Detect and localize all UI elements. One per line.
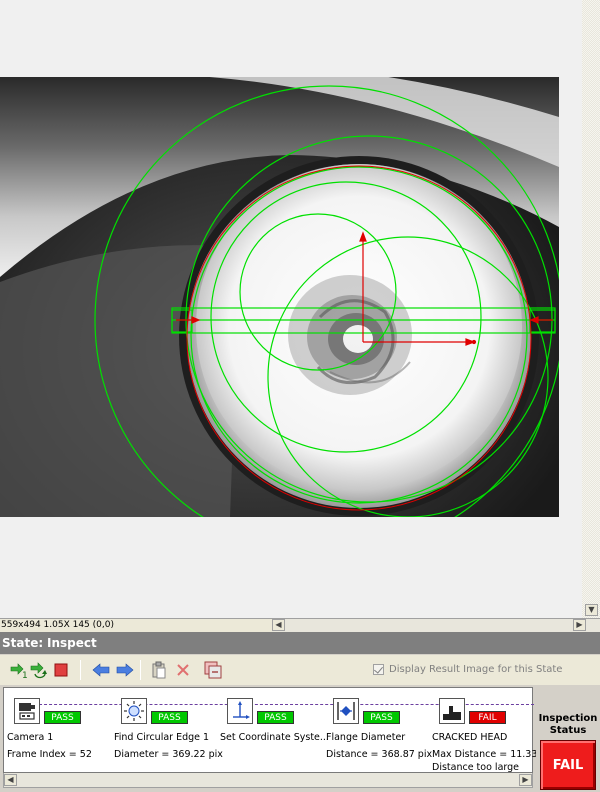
display-result-checkbox[interactable]: Display Result Image for this State bbox=[373, 664, 562, 675]
inspection-status-title: Inspection Status bbox=[538, 713, 598, 736]
image-viewer[interactable] bbox=[0, 0, 582, 618]
step-camera[interactable]: PASS Camera 1 Frame Index = 52 bbox=[4, 688, 114, 772]
scroll-down-button[interactable]: ▼ bbox=[585, 604, 598, 616]
step-find-circular-edge[interactable]: PASS Find Circular Edge 1 Diameter = 369… bbox=[111, 688, 223, 772]
stop-icon bbox=[54, 663, 68, 677]
step-status-badge: PASS bbox=[363, 711, 400, 724]
step-result: Max Distance = 11.33 Distance too large bbox=[432, 748, 537, 774]
step-result: Distance = 368.87 pix bbox=[326, 749, 433, 760]
steps-scroll-right-button[interactable]: ▶ bbox=[519, 774, 532, 786]
camera-icon bbox=[14, 698, 40, 724]
image-info-text: 559x494 1.05X 145 (0,0) bbox=[1, 620, 114, 630]
delete-step-icon bbox=[177, 664, 189, 676]
step-cracked-head[interactable]: FAIL CRACKED HEAD Max Distance = 11.33 D… bbox=[429, 688, 539, 774]
paste-step-icon bbox=[152, 661, 166, 679]
step-name: Camera 1 bbox=[7, 732, 54, 743]
run-once-button[interactable]: 1 bbox=[8, 659, 30, 681]
copy-state-button[interactable] bbox=[202, 659, 224, 681]
caliper-icon bbox=[333, 698, 359, 724]
run-continuous-icon bbox=[30, 662, 47, 679]
stop-button[interactable] bbox=[50, 659, 72, 681]
steps-horizontal-scrollbar[interactable]: ◀ ▶ bbox=[3, 773, 533, 788]
scroll-left-button[interactable]: ◀ bbox=[272, 619, 285, 631]
threshold-icon bbox=[439, 698, 465, 724]
step-name: Flange Diameter bbox=[326, 732, 406, 743]
step-set-coordinate-system[interactable]: PASS Set Coordinate Syste... bbox=[217, 688, 329, 772]
state-name: Inspect bbox=[47, 636, 97, 650]
svg-text:1: 1 bbox=[22, 671, 28, 679]
inspection-status-indicator: FAIL bbox=[540, 740, 596, 790]
state-label: State: bbox=[2, 636, 44, 650]
state-header: State: Inspect bbox=[0, 632, 600, 654]
step-status-badge: FAIL bbox=[469, 711, 506, 724]
step-flange-diameter[interactable]: PASS Flange Diameter Distance = 368.87 p… bbox=[323, 688, 433, 772]
step-back-button[interactable] bbox=[90, 659, 112, 681]
step-result: Diameter = 369.22 pix bbox=[114, 749, 223, 760]
step-name: CRACKED HEAD bbox=[432, 732, 508, 743]
toolbar: 1 Display Result Image for this State bbox=[0, 655, 600, 685]
step-status-badge: PASS bbox=[151, 711, 188, 724]
viewer-vertical-scrollbar[interactable]: ▼ bbox=[582, 0, 600, 618]
step-result: Frame Index = 52 bbox=[7, 749, 92, 760]
step-status-badge: PASS bbox=[257, 711, 294, 724]
step-name: Set Coordinate Syste... bbox=[220, 732, 329, 743]
step-forward-icon bbox=[116, 663, 134, 677]
center-swirl bbox=[288, 275, 412, 395]
viewer-horizontal-scrollbar[interactable]: ◀ ▶ bbox=[272, 619, 600, 632]
scroll-right-button[interactable]: ▶ bbox=[573, 619, 586, 631]
run-continuous-button[interactable] bbox=[28, 659, 50, 681]
image-status-bar: 559x494 1.05X 145 (0,0) ◀ ▶ bbox=[0, 618, 600, 632]
step-status-badge: PASS bbox=[44, 711, 81, 724]
step-result-line-1: Max Distance = 11.33 bbox=[432, 749, 538, 760]
checkbox-check-icon[interactable] bbox=[373, 664, 384, 675]
run-once-icon: 1 bbox=[10, 663, 28, 679]
step-forward-button[interactable] bbox=[114, 659, 136, 681]
steps-scroll-left-button[interactable]: ◀ bbox=[4, 774, 17, 786]
paste-step-button[interactable] bbox=[148, 659, 170, 681]
inspection-status-panel: Inspection Status FAIL bbox=[536, 687, 600, 792]
coordinate-system-icon bbox=[227, 698, 253, 724]
circular-edge-icon bbox=[121, 698, 147, 724]
inspection-image[interactable] bbox=[0, 77, 559, 517]
step-name: Find Circular Edge 1 bbox=[114, 732, 210, 743]
step-back-icon bbox=[92, 663, 110, 677]
copy-state-icon bbox=[204, 661, 222, 679]
delete-step-button[interactable] bbox=[172, 659, 194, 681]
display-result-label: Display Result Image for this State bbox=[389, 664, 563, 675]
inspection-steps-panel: PASS Camera 1 Frame Index = 52 PASS Find… bbox=[3, 687, 537, 773]
